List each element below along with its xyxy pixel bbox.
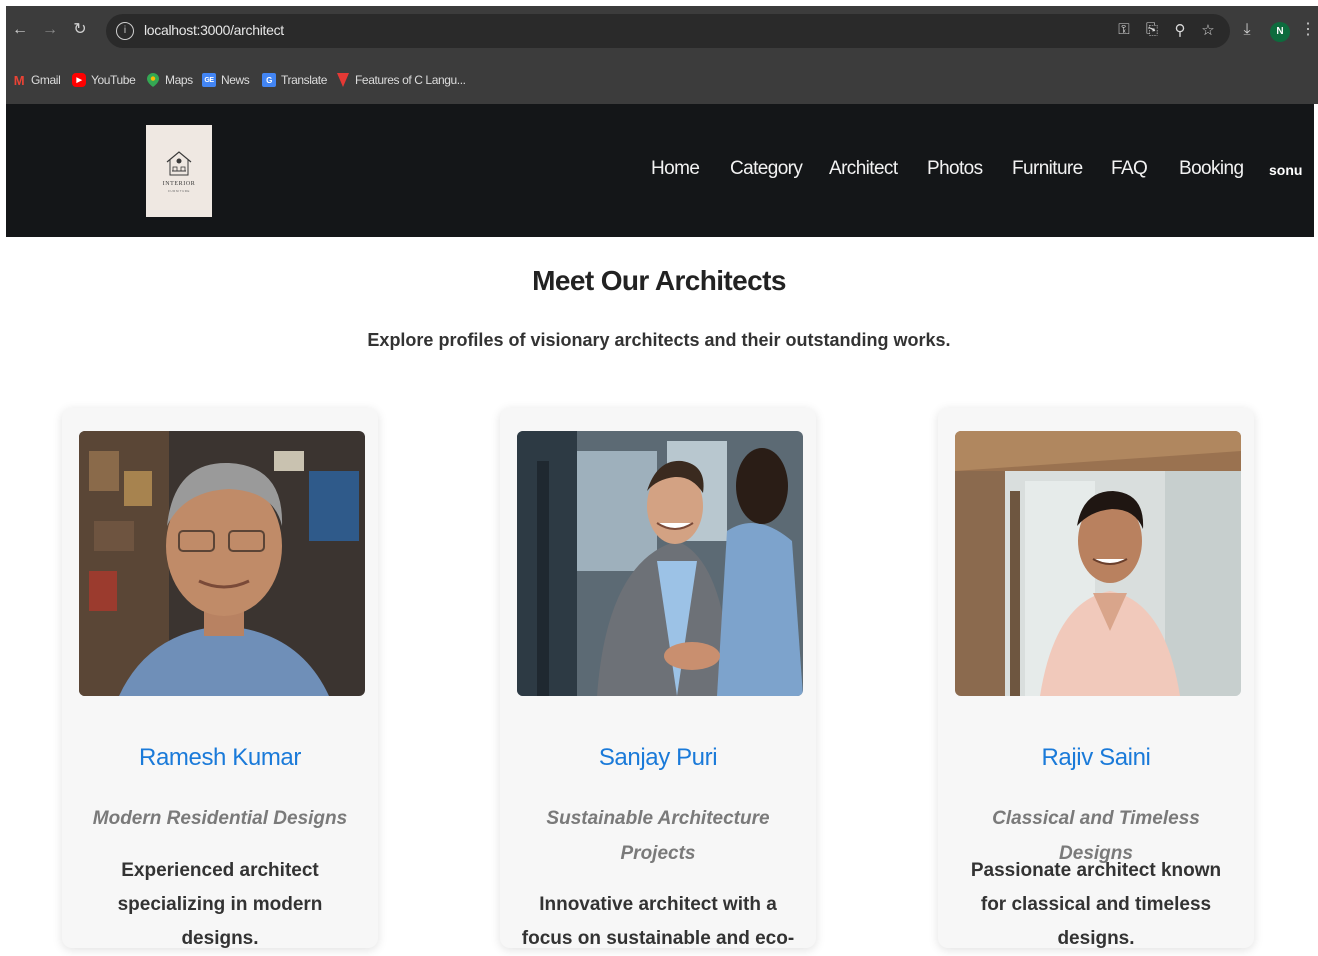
nav-photos[interactable]: Photos (927, 158, 983, 180)
nav-booking[interactable]: Booking (1179, 158, 1244, 180)
architect-description: Innovative architect with a focus on sus… (521, 894, 795, 949)
bookmark-label: YouTube (91, 73, 136, 87)
zoom-icon[interactable]: ⚲ (1170, 21, 1190, 39)
bookmark-news[interactable]: GE News (202, 72, 250, 88)
architect-description: Passionate architect known for classical… (970, 860, 1222, 949)
nav-faq[interactable]: FAQ (1111, 158, 1148, 180)
bookmark-icon (336, 73, 350, 87)
news-icon: GE (202, 73, 216, 87)
nav-furniture[interactable]: Furniture (1012, 158, 1083, 180)
back-icon[interactable]: ← (10, 20, 30, 40)
nav-home[interactable]: Home (651, 158, 700, 180)
browser-toolbar: ← → ↻ i localhost:3000/architect ⚿ ⎘ ⚲ ☆… (6, 6, 1318, 56)
url-text[interactable]: localhost:3000/architect (144, 22, 284, 38)
architect-name[interactable]: Sanjay Puri (500, 744, 816, 772)
nav-architect[interactable]: Architect (829, 158, 898, 180)
architect-name[interactable]: Rajiv Saini (938, 744, 1254, 772)
reload-icon[interactable]: ↻ (70, 20, 90, 40)
nav-category[interactable]: Category (730, 158, 803, 180)
bookmark-label: News (221, 73, 250, 87)
bookmark-label: Gmail (31, 73, 61, 87)
site-logo[interactable]: INTERIOR FURNITURE (146, 125, 212, 217)
page-subtitle: Explore profiles of visionary architects… (367, 330, 951, 350)
translate-icon: G (262, 73, 276, 87)
download-icon[interactable]: ⤓ (1237, 20, 1257, 40)
architect-photo (955, 431, 1241, 696)
page-title: Meet Our Architects (532, 265, 786, 296)
site-info-icon[interactable]: i (116, 22, 134, 40)
architect-card: Ramesh Kumar Modern Residential Designs … (62, 408, 378, 949)
architect-card: Sanjay Puri Sustainable Architecture Pro… (500, 408, 816, 949)
bookmark-youtube[interactable]: ▶ YouTube (72, 72, 136, 88)
profile-avatar[interactable]: N (1270, 22, 1290, 42)
forward-icon[interactable]: → (40, 20, 60, 40)
bookmarks-bar: M Gmail ▶ YouTube Maps GE News G Transla… (6, 56, 1318, 104)
user-name[interactable]: sonu (1269, 162, 1302, 178)
maps-icon (146, 73, 160, 87)
address-bar[interactable]: i localhost:3000/architect ⚿ ⎘ ⚲ ☆ (106, 14, 1230, 48)
bookmark-c-language[interactable]: Features of C Langu... (336, 72, 466, 88)
logo-subtext: FURNITURE (168, 189, 190, 193)
bookmark-translate[interactable]: G Translate (262, 72, 327, 88)
bookmark-star-icon[interactable]: ☆ (1198, 21, 1218, 39)
password-key-icon[interactable]: ⚿ (1114, 21, 1134, 38)
architect-name[interactable]: Ramesh Kumar (62, 744, 378, 772)
cast-icon[interactable]: ⎘ (1142, 21, 1162, 38)
bookmark-gmail[interactable]: M Gmail (12, 72, 61, 88)
architect-photo (79, 431, 365, 696)
youtube-icon: ▶ (72, 73, 86, 87)
architect-photo (517, 431, 803, 696)
bookmark-label: Translate (281, 73, 327, 87)
architect-description: Experienced architect specializing in mo… (117, 860, 323, 949)
gmail-icon: M (13, 72, 25, 88)
architect-specialty: Modern Residential Designs (92, 808, 348, 829)
bookmark-label: Maps (165, 73, 193, 87)
logo-text: INTERIOR (162, 181, 196, 187)
menu-dots-icon[interactable]: ⋮ (1298, 20, 1318, 40)
architect-card: Rajiv Saini Classical and Timeless Desig… (938, 408, 1254, 949)
bookmark-maps[interactable]: Maps (146, 72, 193, 88)
bookmark-label: Features of C Langu... (355, 73, 466, 87)
architect-specialty: Sustainable Architecture Projects (546, 808, 770, 864)
site-header: INTERIOR FURNITURE Home Category Archite… (6, 104, 1314, 237)
house-logo-icon (166, 151, 192, 176)
